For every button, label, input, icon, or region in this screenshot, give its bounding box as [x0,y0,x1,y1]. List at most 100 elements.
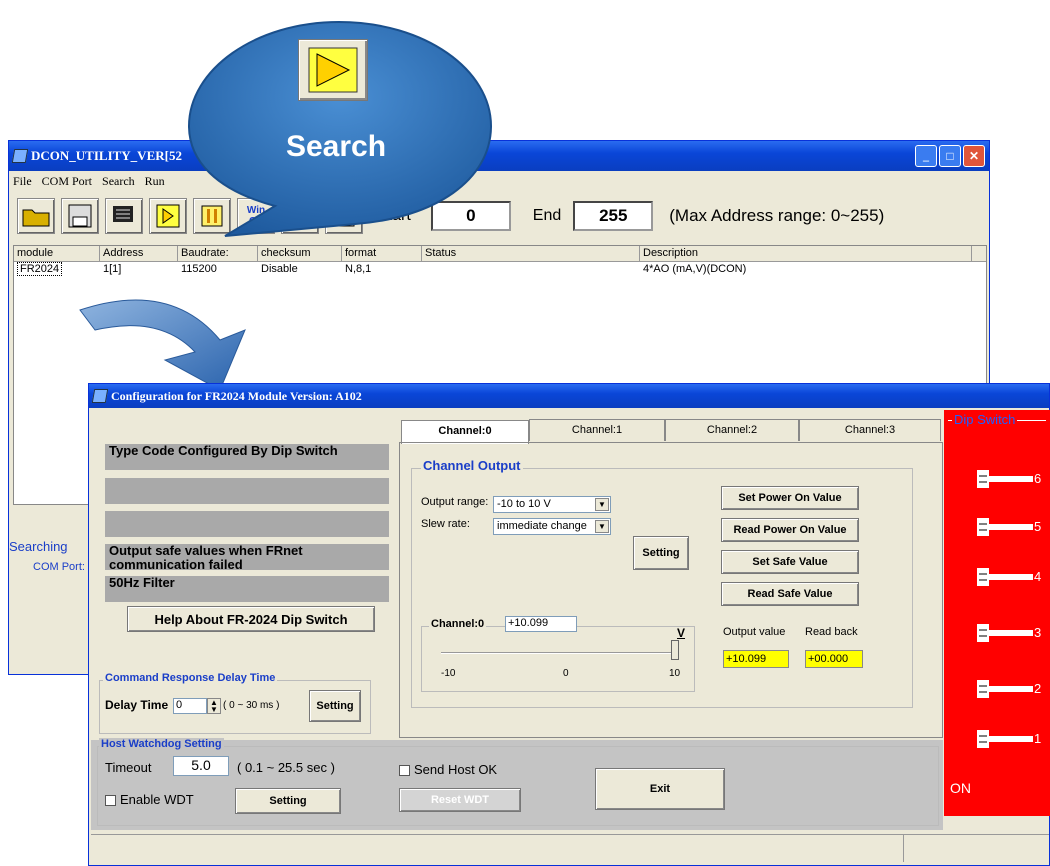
save-icon[interactable] [61,198,99,234]
output-range-label: Output range: [421,496,489,508]
search-run-icon[interactable] [149,198,187,234]
slider-min-label: -10 [441,668,456,679]
filter-bar: 50Hz Filter [105,576,389,602]
open-folder-icon[interactable] [17,198,55,234]
read-back-label: Read back [805,626,858,638]
output-range-select[interactable]: -10 to 10 V ▼ [493,496,611,513]
minimize-icon[interactable]: _ [915,145,937,167]
menu-file[interactable]: File [13,174,32,189]
cell-baudrate: 115200 [181,263,217,275]
cell-description: 4*AO (mA,V)(DCON) [643,263,747,275]
col-status[interactable]: Status [422,246,640,261]
dip-switch-1 [977,730,1033,748]
channel-output-label: Channel Output [421,458,523,473]
tab-channel-3[interactable]: Channel:3 [799,419,941,441]
timeout-range-text: ( 0.1 ~ 25.5 sec ) [237,760,335,775]
col-format[interactable]: format [342,246,422,261]
output-setting-button[interactable]: Setting [633,536,689,570]
dip-switch-5 [977,518,1033,536]
cell-module: FR2024 [17,262,63,276]
output-value-readout: +10.099 [723,650,789,668]
cell-format: N,8,1 [345,263,372,275]
configuration-window: Configuration for FR2024 Module Version:… [88,383,1050,866]
slew-rate-label: Slew rate: [421,518,470,530]
printer-icon[interactable] [105,198,143,234]
delay-setting-button[interactable]: Setting [309,690,361,722]
send-host-ok-checkbox[interactable]: Send Host OK [399,762,497,777]
searching-label: Searching [9,539,68,554]
table-row[interactable]: FR2024 1[1] 115200 Disable N,8,1 4*AO (m… [14,262,986,277]
slider-max-label: 10 [669,668,681,679]
delay-group-label: Command Response Delay Time [103,672,278,684]
slew-rate-value: immediate change [497,520,587,532]
end-label: End [532,207,562,224]
dip-title: Dip Switch [952,412,1018,427]
chevron-down-icon[interactable]: ▼ [595,498,609,511]
help-dip-switch-button[interactable]: Help About FR-2024 Dip Switch [127,606,375,632]
dip-switch-2 [977,680,1033,698]
read-safe-button[interactable]: Read Safe Value [721,582,859,606]
read-back-readout: +00.000 [805,650,863,668]
menu-com-port[interactable]: COM Port [42,174,92,189]
watchdog-group-label: Host Watchdog Setting [99,738,224,750]
slider-channel-label: Channel:0 [429,618,487,630]
exit-button[interactable]: Exit [595,768,725,810]
set-safe-button[interactable]: Set Safe Value [721,550,859,574]
slider-value-input[interactable]: +10.099 [505,616,577,632]
dip-number-1: 1 [1034,731,1042,746]
enable-wdt-checkbox[interactable]: Enable WDT [105,792,194,807]
curved-arrow-icon [79,299,246,391]
dip-switch-4 [977,568,1033,586]
read-power-on-button[interactable]: Read Power On Value [721,518,859,542]
config-app-icon [91,389,109,403]
delay-time-input[interactable]: 0 [173,698,207,714]
col-baudrate[interactable]: Baudrate: [178,246,258,261]
col-address[interactable]: Address [100,246,178,261]
search-callout: Search [185,20,493,240]
slider-unit-label: V [677,626,686,640]
timeout-input[interactable]: 5.0 [173,756,229,776]
slider-track[interactable] [441,652,679,654]
tab-channel-0[interactable]: Channel:0 [401,420,529,444]
toolbar: Win CE Start 0 End 255 (Max Address rang… [9,191,989,241]
status-bar-right [903,834,1049,862]
reset-wdt-button[interactable]: Reset WDT [399,788,521,812]
search-play-icon [298,39,368,101]
close-icon[interactable]: ✕ [963,145,985,167]
wdt-setting-button[interactable]: Setting [235,788,341,814]
main-title-bar: DCON_UTILITY_VER[52 _ □ ✕ [9,141,989,171]
timeout-label: Timeout [105,760,152,775]
dip-on-label: ON [950,780,971,796]
safe-values-bar: Output safe values when FRnet communicat… [105,544,389,570]
dip-number-6: 6 [1034,471,1042,486]
dip-number-3: 3 [1034,625,1042,640]
enable-wdt-label: Enable WDT [120,792,194,807]
main-window-title: DCON_UTILITY_VER[52 [31,148,182,163]
tab-channel-1[interactable]: Channel:1 [529,419,665,441]
dip-number-2: 2 [1034,681,1042,696]
menu-search[interactable]: Search [102,174,135,189]
slider-thumb[interactable] [671,640,679,660]
address-range-text: (Max Address range: 0~255) [669,206,885,225]
send-host-ok-label: Send Host OK [414,762,498,777]
chevron-down-icon[interactable]: ▼ [595,520,609,533]
dip-switch-3 [977,624,1033,642]
callout-search-label: Search [285,130,387,163]
end-address-input[interactable]: 255 [573,201,654,231]
col-checksum[interactable]: checksum [258,246,342,261]
slider-group [421,626,695,692]
com-port-label: COM Port: [33,561,85,573]
col-description[interactable]: Description [640,246,972,261]
menu-bar: File COM Port Search Run [9,171,989,191]
set-power-on-button[interactable]: Set Power On Value [721,486,859,510]
dip-number-5: 5 [1034,519,1042,534]
dip-number-4: 4 [1034,569,1042,584]
col-module[interactable]: module [14,246,100,261]
slew-rate-select[interactable]: immediate change ▼ [493,518,611,535]
slider-mid-label: 0 [563,668,569,679]
tab-channel-2[interactable]: Channel:2 [665,419,799,441]
status-bar [91,834,903,862]
maximize-icon[interactable]: □ [939,145,961,167]
spinner-icon[interactable]: ▲ ▼ [207,698,221,714]
menu-run[interactable]: Run [145,174,165,189]
